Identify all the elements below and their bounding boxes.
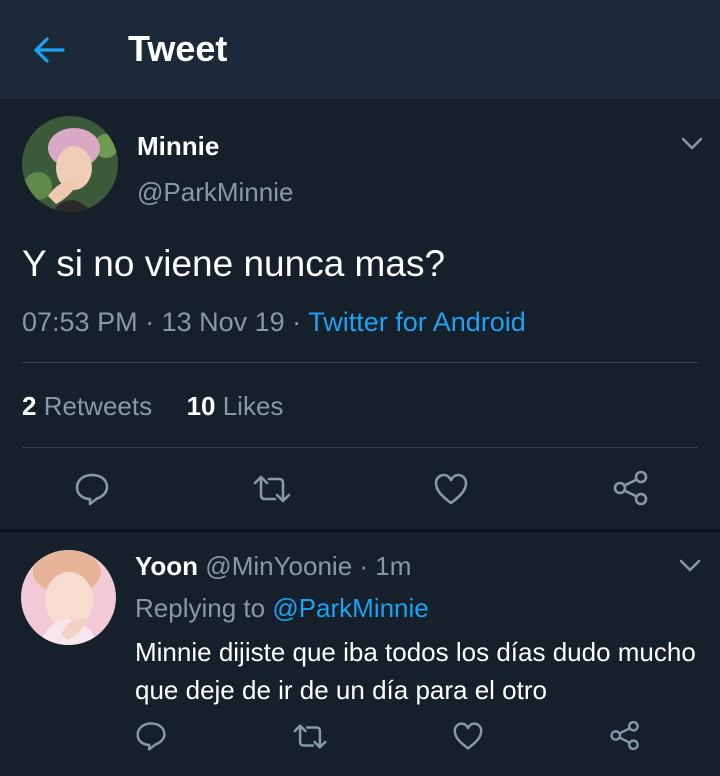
app-header: Tweet (0, 0, 720, 100)
likes-label: Likes (222, 391, 284, 421)
retweet-button[interactable] (252, 474, 292, 504)
reply-age: 1m (375, 551, 412, 581)
divider (22, 362, 698, 363)
replying-label: Replying to (135, 593, 266, 623)
arrow-left-icon[interactable] (32, 34, 68, 66)
reply-icon (75, 473, 109, 506)
tweet-date: 13 Nov 19 (161, 307, 285, 337)
tweet-source-link[interactable]: Twitter for Android (308, 307, 526, 337)
retweets-stat[interactable]: 2 Retweets (22, 391, 152, 421)
avatar[interactable] (21, 550, 116, 645)
reply-button[interactable] (135, 720, 167, 752)
like-button[interactable] (433, 472, 469, 506)
mention-link[interactable]: @ParkMinnie (272, 593, 428, 623)
retweet-icon (293, 724, 327, 749)
heart-icon (434, 473, 468, 505)
chevron-down-icon[interactable] (678, 558, 702, 574)
retweet-icon (253, 475, 291, 503)
share-icon (613, 470, 648, 506)
share-icon (610, 720, 639, 751)
retweet-button[interactable] (292, 723, 328, 750)
chevron-down-icon[interactable] (680, 136, 704, 152)
tweet-stats: 2 Retweets 10 Likes (22, 391, 283, 422)
retweets-label: Retweets (43, 391, 153, 421)
avatar[interactable] (22, 116, 118, 212)
reply-icon (136, 722, 166, 751)
like-button[interactable] (452, 721, 484, 751)
user-name[interactable]: Minnie (137, 131, 219, 162)
reply-text: Minnie dijiste que iba todos los días du… (135, 637, 696, 705)
heart-icon (453, 722, 483, 750)
share-button[interactable] (609, 720, 641, 751)
likes-stat[interactable]: 10 Likes (187, 391, 284, 421)
divider (22, 447, 698, 448)
reply-header: Yoon @MinYoonie · 1m (135, 551, 412, 581)
tweet-meta: 07:53 PM · 13 Nov 19 · Twitter for Andro… (22, 307, 526, 337)
tweet-time: 07:53 PM (22, 307, 138, 337)
user-handle[interactable]: @ParkMinnie (137, 177, 293, 208)
retweet-count: 2 (22, 391, 37, 421)
reply-user-handle[interactable]: @MinYoonie (205, 551, 352, 581)
share-button[interactable] (612, 470, 650, 506)
tweet-text: Y si no viene nunca mas? (22, 243, 446, 284)
reply-button[interactable] (74, 471, 110, 507)
reply-user-name[interactable]: Yoon (135, 551, 198, 581)
replying-to: Replying to @ParkMinnie (135, 593, 429, 624)
like-count: 10 (186, 391, 216, 421)
section-separator (0, 529, 720, 532)
page-title: Tweet (128, 28, 228, 69)
